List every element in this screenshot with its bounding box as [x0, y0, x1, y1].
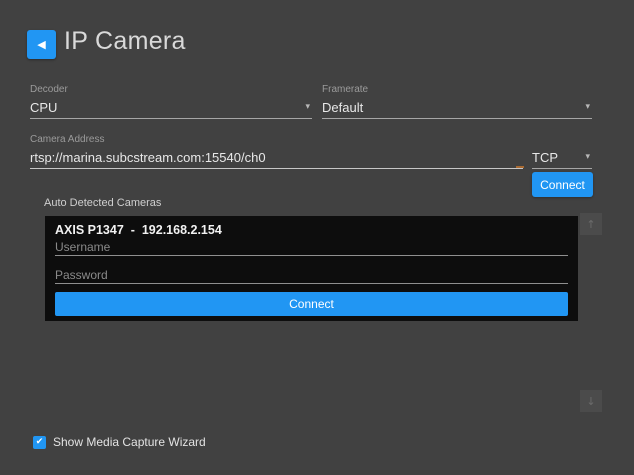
address-underline-tick [516, 166, 524, 168]
chevron-down-icon[interactable]: ▾ [585, 153, 590, 162]
framerate-underline [322, 118, 592, 119]
show-wizard-label[interactable]: Show Media Capture Wizard [53, 435, 206, 449]
username-field[interactable] [55, 239, 568, 256]
framerate-label: Framerate [322, 84, 592, 97]
arrow-down-icon: ↓ [586, 395, 595, 408]
camera-address-field: Camera Address [30, 134, 523, 169]
show-wizard-checkbox[interactable]: ✔ [33, 436, 46, 449]
check-icon: ✔ [36, 438, 44, 447]
page-title: IP Camera [64, 27, 186, 56]
decoder-label: Decoder [30, 84, 312, 97]
decoder-underline [30, 118, 312, 119]
camera-connect-button[interactable]: Connect [55, 292, 568, 316]
chevron-down-icon[interactable]: ▾ [585, 103, 590, 112]
detected-camera-card: AXIS P1347 - 192.168.2.154 Connect [45, 216, 578, 321]
framerate-select[interactable]: Framerate Default ▾ [322, 84, 592, 119]
detected-camera-title: AXIS P1347 - 192.168.2.154 [55, 223, 222, 237]
connect-button[interactable]: Connect [532, 172, 593, 197]
decoder-select[interactable]: Decoder CPU ▾ [30, 84, 312, 119]
back-button[interactable]: ◀ [27, 30, 56, 59]
scroll-down-button[interactable]: ↓ [580, 390, 602, 412]
auto-detected-cameras-label: Auto Detected Cameras [44, 197, 161, 209]
back-arrow-icon: ◀ [37, 39, 45, 50]
camera-address-label: Camera Address [30, 134, 523, 147]
transport-underline [532, 168, 592, 169]
decoder-value: CPU [30, 100, 57, 115]
framerate-value: Default [322, 100, 363, 115]
scroll-up-button[interactable]: ↑ [580, 213, 602, 235]
camera-address-underline [30, 168, 523, 169]
transport-select[interactable]: Transport TCP ▾ [532, 134, 592, 169]
chevron-down-icon[interactable]: ▾ [305, 103, 310, 112]
arrow-up-icon: ↑ [586, 218, 595, 231]
camera-address-input[interactable] [30, 147, 523, 168]
password-field[interactable] [55, 267, 568, 284]
transport-value: TCP [532, 150, 558, 165]
